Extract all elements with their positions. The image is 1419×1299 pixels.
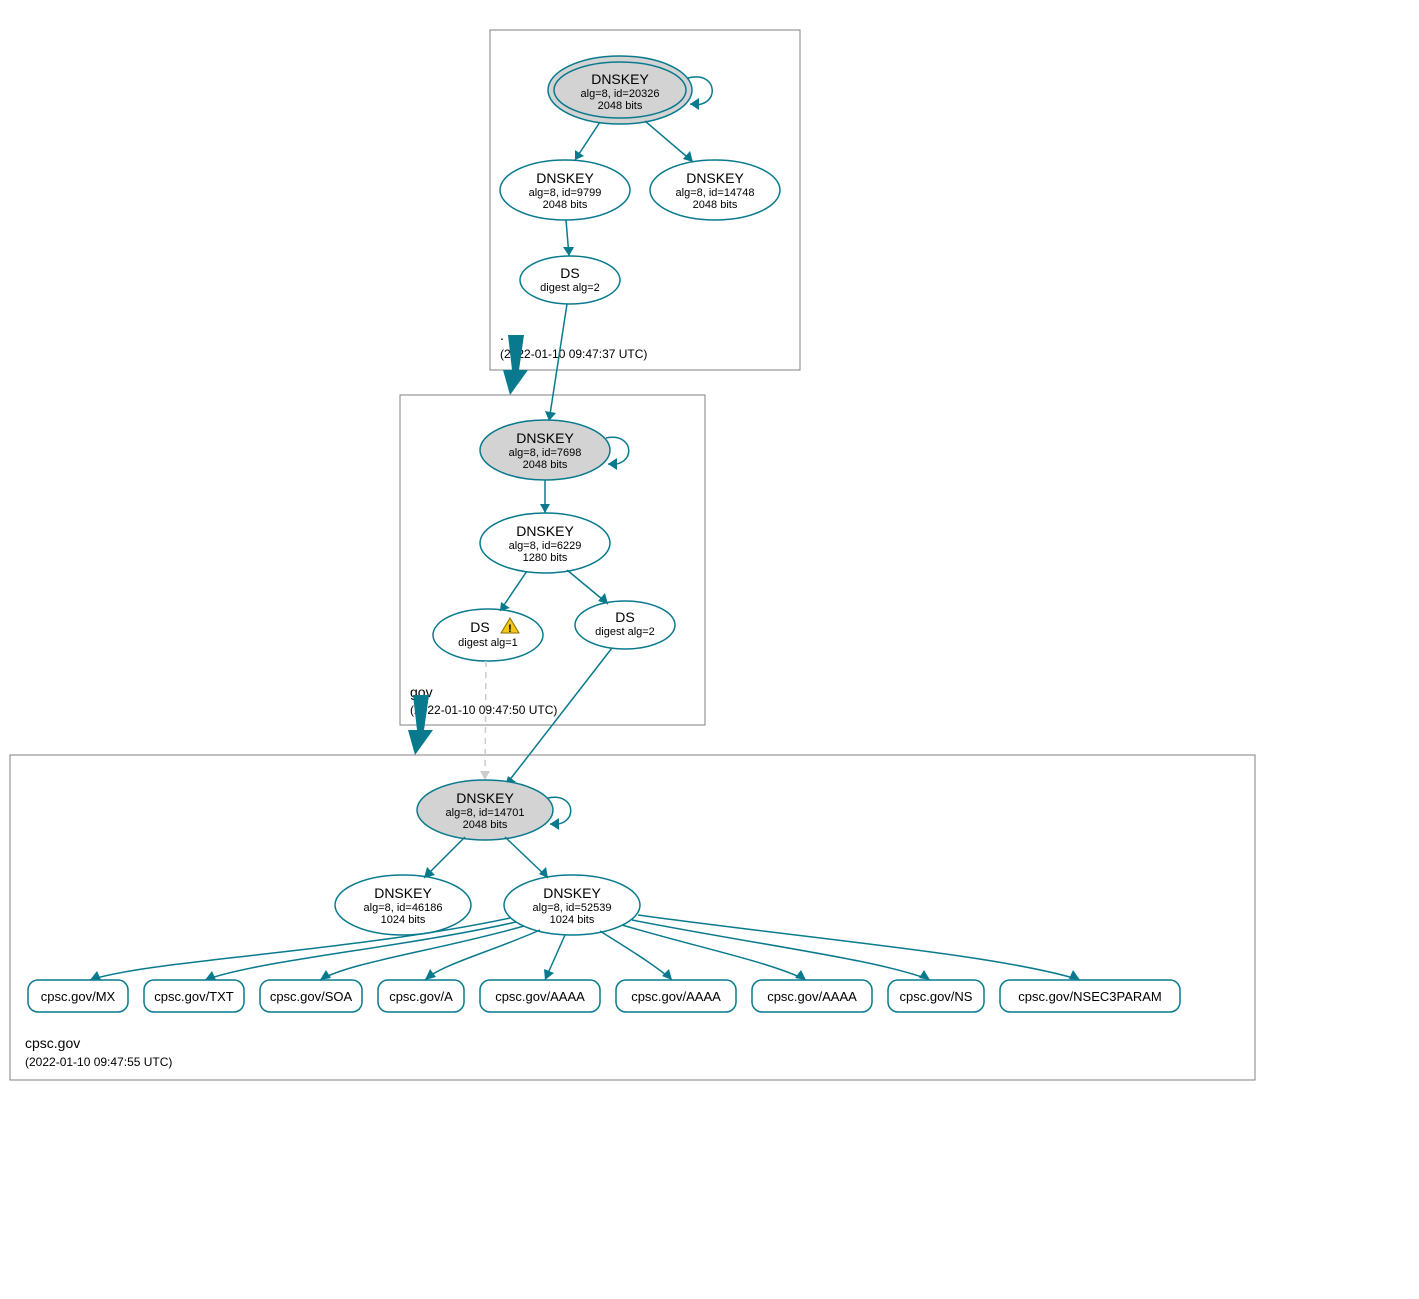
rr-a-text: cpsc.gov/A [389, 989, 453, 1004]
dnssec-graph: . (2022-01-10 09:47:37 UTC) DNSKEY alg=8… [0, 0, 1419, 1299]
rr-mx-text: cpsc.gov/MX [41, 989, 116, 1004]
node-gov-ds1-sub1: digest alg=1 [458, 637, 518, 649]
node-root-zsk-14748: DNSKEY alg=8, id=14748 2048 bits [650, 160, 780, 220]
zone-root-timestamp: (2022-01-10 09:47:37 UTC) [500, 347, 647, 361]
node-cpsc-zsk2-title: DNSKEY [543, 885, 601, 901]
rr-txt: cpsc.gov/TXT [144, 980, 244, 1012]
node-cpsc-ksk-title: DNSKEY [456, 790, 514, 806]
zone-root-label: . [500, 327, 504, 343]
node-cpsc-zsk2-sub1: alg=8, id=52539 [533, 902, 612, 914]
edge-rootds-govksk [549, 304, 567, 421]
rr-ns: cpsc.gov/NS [888, 980, 984, 1012]
node-gov-ds2-sub1: digest alg=2 [595, 626, 655, 638]
node-root-zsk2-sub1: alg=8, id=14748 [676, 187, 755, 199]
node-gov-ksk-title: DNSKEY [516, 430, 574, 446]
node-gov-ds1: DS digest alg=1 [433, 609, 543, 661]
node-gov-zsk-title: DNSKEY [516, 523, 574, 539]
zone-gov-timestamp: (2022-01-10 09:47:50 UTC) [410, 703, 557, 717]
node-root-ds-title: DS [560, 265, 579, 281]
node-gov-ds1-title: DS [470, 619, 489, 635]
node-root-ksk-sub1: alg=8, id=20326 [581, 88, 660, 100]
rr-aaaa3-text: cpsc.gov/AAAA [767, 989, 857, 1004]
node-gov-zsk-sub1: alg=8, id=6229 [509, 540, 582, 552]
node-root-zsk1-sub1: alg=8, id=9799 [529, 187, 602, 199]
node-gov-zsk: DNSKEY alg=8, id=6229 1280 bits [480, 513, 610, 573]
rr-aaaa-1: cpsc.gov/AAAA [480, 980, 600, 1012]
rr-a: cpsc.gov/A [378, 980, 464, 1012]
rr-aaaa1-text: cpsc.gov/AAAA [495, 989, 585, 1004]
rr-soa-text: cpsc.gov/SOA [270, 989, 353, 1004]
node-gov-ksk-sub1: alg=8, id=7698 [509, 447, 582, 459]
node-gov-ksk: DNSKEY alg=8, id=7698 2048 bits [480, 420, 610, 480]
node-cpsc-zsk-52539: DNSKEY alg=8, id=52539 1024 bits [504, 875, 640, 935]
rr-ns-text: cpsc.gov/NS [900, 989, 973, 1004]
node-root-zsk2-sub2: 2048 bits [693, 199, 738, 211]
edge-zsk2-ns [632, 920, 930, 980]
rr-soa: cpsc.gov/SOA [260, 980, 362, 1012]
node-root-zsk2-title: DNSKEY [686, 170, 744, 186]
rr-nsec3param: cpsc.gov/NSEC3PARAM [1000, 980, 1180, 1012]
rr-aaaa2-text: cpsc.gov/AAAA [631, 989, 721, 1004]
rr-aaaa-2: cpsc.gov/AAAA [616, 980, 736, 1012]
node-cpsc-zsk-46186: DNSKEY alg=8, id=46186 1024 bits [335, 875, 471, 935]
node-cpsc-ksk-sub2: 2048 bits [463, 819, 508, 831]
node-root-ksk-title: DNSKEY [591, 71, 649, 87]
node-cpsc-ksk: DNSKEY alg=8, id=14701 2048 bits [417, 780, 553, 840]
node-root-zsk1-sub2: 2048 bits [543, 199, 588, 211]
node-root-ds: DS digest alg=2 [520, 256, 620, 304]
node-cpsc-zsk2-sub2: 1024 bits [550, 914, 595, 926]
node-root-ds-sub1: digest alg=2 [540, 282, 600, 294]
zone-arrow-root-gov [503, 335, 528, 395]
node-gov-ds2-title: DS [615, 609, 634, 625]
rr-mx: cpsc.gov/MX [28, 980, 128, 1012]
node-gov-zsk-sub2: 1280 bits [523, 552, 568, 564]
node-cpsc-zsk1-title: DNSKEY [374, 885, 432, 901]
edge-govds2-cpscksk [505, 648, 612, 786]
rr-nsec3-text: cpsc.gov/NSEC3PARAM [1018, 989, 1162, 1004]
edge-govds1-cpscksk [485, 661, 486, 780]
node-gov-ds2: DS digest alg=2 [575, 601, 675, 649]
node-root-zsk1-title: DNSKEY [536, 170, 594, 186]
node-root-ksk-sub2: 2048 bits [598, 100, 643, 112]
node-cpsc-zsk1-sub1: alg=8, id=46186 [364, 902, 443, 914]
node-root-ksk: DNSKEY alg=8, id=20326 2048 bits [548, 56, 692, 124]
node-cpsc-zsk1-sub2: 1024 bits [381, 914, 426, 926]
edge-zsk2-txt [205, 922, 516, 980]
zone-cpsc-timestamp: (2022-01-10 09:47:55 UTC) [25, 1055, 172, 1069]
rr-txt-text: cpsc.gov/TXT [154, 989, 234, 1004]
node-cpsc-ksk-sub1: alg=8, id=14701 [446, 807, 525, 819]
svg-text:!: ! [508, 623, 512, 635]
edge-zsk2-aaaa2 [600, 931, 672, 980]
node-root-zsk-9799: DNSKEY alg=8, id=9799 2048 bits [500, 160, 630, 220]
rr-aaaa-3: cpsc.gov/AAAA [752, 980, 872, 1012]
node-gov-ksk-sub2: 2048 bits [523, 459, 568, 471]
zone-cpsc-label: cpsc.gov [25, 1035, 80, 1051]
